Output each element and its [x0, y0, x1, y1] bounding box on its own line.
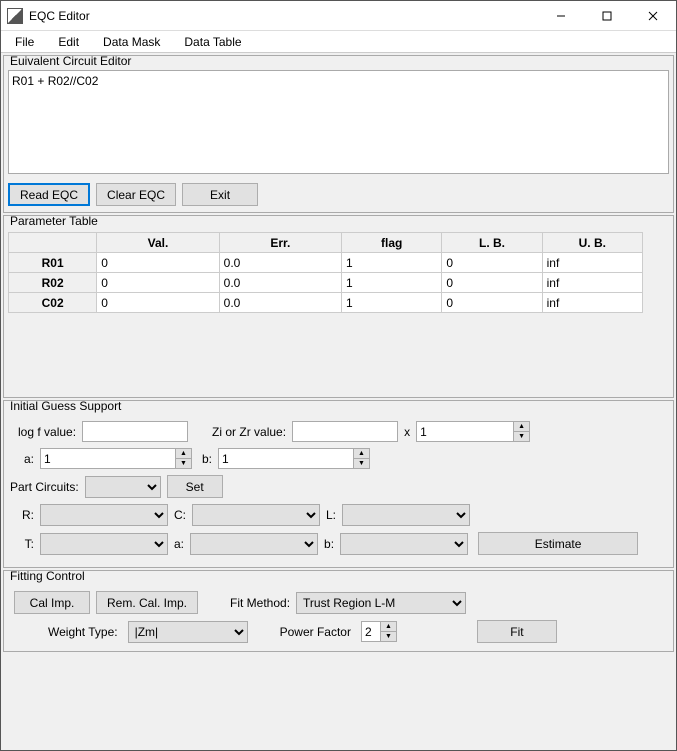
col-flag: flag — [342, 233, 442, 253]
a2-select[interactable] — [190, 533, 318, 555]
row-name: C02 — [9, 293, 97, 313]
power-factor-spinner[interactable]: ▲▼ — [381, 621, 397, 642]
app-icon — [7, 8, 23, 24]
fit-button[interactable]: Fit — [477, 620, 557, 643]
power-factor-label: Power Factor — [280, 625, 351, 639]
table-row[interactable]: C0200.010inf — [9, 293, 643, 313]
col-ub: U. B. — [542, 233, 642, 253]
close-button[interactable] — [630, 1, 676, 31]
a-input[interactable] — [40, 448, 176, 469]
menu-data-mask[interactable]: Data Mask — [95, 33, 168, 51]
titlebar: EQC Editor — [1, 1, 676, 31]
cell-err[interactable]: 0.0 — [219, 293, 341, 313]
weight-type-label: Weight Type: — [48, 625, 118, 639]
param-section-title: Parameter Table — [8, 214, 669, 228]
table-corner — [9, 233, 97, 253]
menu-file[interactable]: File — [7, 33, 42, 51]
col-lb: L. B. — [442, 233, 542, 253]
cell-lb[interactable]: 0 — [442, 273, 542, 293]
clear-eqc-button[interactable]: Clear EQC — [96, 183, 176, 206]
l-select[interactable] — [342, 504, 470, 526]
fit-method-select[interactable]: Trust Region L-M — [296, 592, 466, 614]
guess-section: Initial Guess Support log f value: Zi or… — [3, 400, 674, 568]
row-name: R02 — [9, 273, 97, 293]
read-eqc-button[interactable]: Read EQC — [8, 183, 90, 206]
r-select[interactable] — [40, 504, 168, 526]
eqc-text-input[interactable]: R01 + R02//C02 — [8, 70, 669, 174]
cell-flag[interactable]: 1 — [342, 293, 442, 313]
c-select[interactable] — [192, 504, 320, 526]
b2-label: b: — [324, 537, 334, 551]
estimate-button[interactable]: Estimate — [478, 532, 638, 555]
a-spinner[interactable]: ▲▼ — [176, 448, 192, 469]
t-select[interactable] — [40, 533, 168, 555]
fit-method-label: Fit Method: — [230, 596, 290, 610]
cell-lb[interactable]: 0 — [442, 253, 542, 273]
minimize-button[interactable] — [538, 1, 584, 31]
power-factor-input[interactable] — [361, 621, 381, 642]
exit-button[interactable]: Exit — [182, 183, 258, 206]
cell-ub[interactable]: inf — [542, 273, 642, 293]
rem-cal-imp-button[interactable]: Rem. Cal. Imp. — [96, 591, 198, 614]
eqc-section: Euivalent Circuit Editor R01 + R02//C02 … — [3, 55, 674, 213]
part-circuits-select[interactable] — [85, 476, 161, 498]
logf-label: log f value: — [18, 425, 76, 439]
b-input[interactable] — [218, 448, 354, 469]
guess-section-title: Initial Guess Support — [8, 399, 669, 413]
r-label: R: — [18, 508, 34, 522]
cell-lb[interactable]: 0 — [442, 293, 542, 313]
c-label: C: — [174, 508, 186, 522]
b-spinner[interactable]: ▲▼ — [354, 448, 370, 469]
param-section: Parameter Table Val. Err. flag L. B. U. … — [3, 215, 674, 398]
b2-select[interactable] — [340, 533, 468, 555]
table-row[interactable]: R0100.010inf — [9, 253, 643, 273]
weight-type-select[interactable]: |Zm| — [128, 621, 248, 643]
cell-val[interactable]: 0 — [97, 293, 219, 313]
maximize-button[interactable] — [584, 1, 630, 31]
cell-val[interactable]: 0 — [97, 253, 219, 273]
cell-val[interactable]: 0 — [97, 273, 219, 293]
table-row[interactable]: R0200.010inf — [9, 273, 643, 293]
b-label: b: — [202, 452, 212, 466]
cal-imp-button[interactable]: Cal Imp. — [14, 591, 90, 614]
menu-data-table[interactable]: Data Table — [176, 33, 249, 51]
x-input[interactable] — [416, 421, 514, 442]
l-label: L: — [326, 508, 336, 522]
cell-ub[interactable]: inf — [542, 253, 642, 273]
menu-edit[interactable]: Edit — [50, 33, 87, 51]
menubar: File Edit Data Mask Data Table — [1, 31, 676, 53]
cell-flag[interactable]: 1 — [342, 273, 442, 293]
logf-input[interactable] — [82, 421, 188, 442]
x-label: x — [404, 425, 410, 439]
fitting-section-title: Fitting Control — [8, 569, 669, 583]
window-title: EQC Editor — [29, 9, 538, 23]
cell-ub[interactable]: inf — [542, 293, 642, 313]
a-label: a: — [18, 452, 34, 466]
row-name: R01 — [9, 253, 97, 273]
col-err: Err. — [219, 233, 341, 253]
x-spinner[interactable]: ▲▼ — [514, 421, 530, 442]
col-val: Val. — [97, 233, 219, 253]
zi-label: Zi or Zr value: — [212, 425, 286, 439]
part-circuits-label: Part Circuits: — [10, 480, 79, 494]
eqc-section-title: Euivalent Circuit Editor — [8, 54, 669, 68]
cell-err[interactable]: 0.0 — [219, 253, 341, 273]
fitting-section: Fitting Control Cal Imp. Rem. Cal. Imp. … — [3, 570, 674, 652]
set-button[interactable]: Set — [167, 475, 223, 498]
a2-label: a: — [174, 537, 184, 551]
window-controls — [538, 1, 676, 31]
t-label: T: — [18, 537, 34, 551]
eqc-editor-window: EQC Editor File Edit Data Mask Data Tabl… — [0, 0, 677, 751]
cell-err[interactable]: 0.0 — [219, 273, 341, 293]
cell-flag[interactable]: 1 — [342, 253, 442, 273]
parameter-table[interactable]: Val. Err. flag L. B. U. B. R0100.010infR… — [8, 232, 643, 313]
zi-input[interactable] — [292, 421, 398, 442]
